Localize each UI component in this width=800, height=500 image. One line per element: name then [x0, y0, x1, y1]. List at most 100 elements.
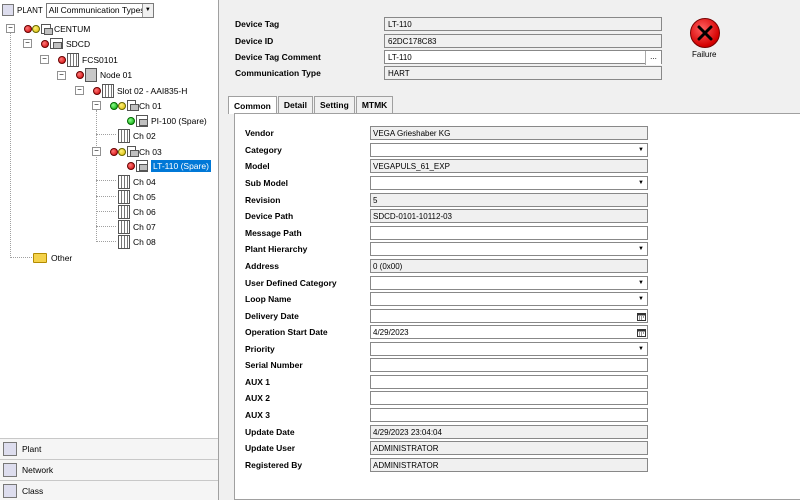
collapse-toggle[interactable]: −: [6, 24, 15, 33]
message-path-input[interactable]: [370, 226, 648, 240]
chevron-down-icon[interactable]: ▼: [635, 343, 647, 355]
class-icon: [3, 484, 17, 498]
collapse-toggle[interactable]: −: [40, 55, 49, 64]
calendar-icon[interactable]: [635, 326, 647, 338]
tree-node-label: Ch 06: [133, 206, 156, 217]
channel-icon: [118, 128, 130, 143]
chevron-down-icon[interactable]: ▼: [635, 177, 647, 189]
aux3-row: AUX 3: [245, 408, 270, 422]
chevron-down-icon[interactable]: ▼: [141, 3, 153, 17]
message-path-row: Message Path: [245, 226, 302, 240]
aux3-input[interactable]: [370, 408, 648, 422]
collapse-toggle[interactable]: −: [92, 147, 101, 156]
priority-row: Priority: [245, 342, 275, 356]
tree-node-label: Ch 07: [133, 221, 156, 232]
model-label: Model: [245, 161, 270, 171]
tree-node-label: SDCD: [66, 38, 91, 49]
tree-node-pi100[interactable]: PI-100 (Spare): [127, 113, 207, 128]
model-row: Model: [245, 159, 270, 173]
status-red-icon: [41, 39, 49, 48]
tree-node-ch07[interactable]: Ch 07: [117, 219, 156, 234]
revision-row: Revision: [245, 193, 280, 207]
sub-model-label: Sub Model: [245, 178, 288, 188]
plant-hierarchy-select[interactable]: ▼: [370, 242, 648, 256]
delivery-date-label: Delivery Date: [245, 311, 299, 321]
collapse-toggle[interactable]: −: [23, 39, 32, 48]
tree-node-other[interactable]: Other: [33, 250, 72, 265]
tree-node-fcs0101[interactable]: FCS0101: [58, 52, 118, 67]
aux1-row: AUX 1: [245, 375, 270, 389]
delivery-date-row: Delivery Date: [245, 309, 299, 323]
nav-network[interactable]: Network: [0, 459, 218, 480]
nav-class[interactable]: Class: [0, 480, 218, 500]
tree-node-ch05[interactable]: Ch 05: [117, 189, 156, 204]
category-label: Category: [245, 145, 282, 155]
tree-node-label: LT-110 (Spare): [151, 159, 211, 172]
chevron-down-icon[interactable]: ▼: [635, 293, 647, 305]
nav-label: Network: [22, 465, 54, 475]
status-yellow-icon: [118, 101, 126, 110]
plant-tree-pane: PLANT All Communication Types ▼ − CENTUM…: [0, 0, 219, 500]
calendar-icon[interactable]: [635, 310, 647, 322]
collapse-toggle[interactable]: −: [75, 86, 84, 95]
browse-button[interactable]: ...: [645, 51, 661, 65]
device-id-field: 62DC178C83: [384, 34, 662, 48]
tab-common[interactable]: Common: [228, 96, 277, 114]
device-tag-comment-field[interactable]: LT-110 ...: [384, 50, 662, 65]
property-tabs: Common Detail Setting MTMK: [228, 96, 394, 114]
tree-node-lt110[interactable]: LT-110 (Spare): [127, 158, 211, 173]
sub-model-select[interactable]: ▼: [370, 176, 648, 190]
aux1-input[interactable]: [370, 375, 648, 389]
filter-selected-value: All Communication Types: [48, 5, 145, 15]
communication-type-row: Communication Type HART: [235, 66, 662, 80]
tree-node-node01[interactable]: Node 01: [76, 67, 132, 82]
channel-icon: [118, 204, 130, 219]
field-device-icon: [136, 159, 148, 172]
tab-detail[interactable]: Detail: [277, 96, 313, 113]
channel-icon: [118, 219, 130, 234]
tree-node-ch04[interactable]: Ch 04: [117, 174, 156, 189]
operation-start-date-input[interactable]: 4/29/2023: [370, 325, 648, 339]
aux2-input[interactable]: [370, 391, 648, 405]
nav-label: Plant: [22, 444, 42, 454]
tree-node-centum[interactable]: CENTUM: [24, 21, 90, 36]
tree-node-sdcd[interactable]: SDCD: [41, 36, 90, 51]
tree-node-ch08[interactable]: Ch 08: [117, 234, 156, 249]
category-select[interactable]: ▼: [370, 143, 648, 157]
loop-name-label: Loop Name: [245, 294, 292, 304]
tree-node-label: Ch 03: [139, 146, 162, 157]
tree-node-label: CENTUM: [54, 23, 91, 34]
device-tag-comment-row: Device Tag Comment LT-110 ...: [235, 50, 662, 65]
nav-plant[interactable]: Plant: [0, 438, 218, 459]
tree-node-label: Ch 01: [139, 100, 162, 111]
folder-icon: [33, 252, 47, 263]
device-path-field: SDCD-0101-10112-03: [370, 209, 648, 223]
tab-setting[interactable]: Setting: [314, 96, 355, 113]
loop-name-select[interactable]: ▼: [370, 292, 648, 306]
chevron-down-icon[interactable]: ▼: [635, 277, 647, 289]
tree-node-ch02[interactable]: Ch 02: [117, 128, 156, 143]
serial-number-input[interactable]: [370, 358, 648, 372]
tree-node-ch01[interactable]: Ch 01: [110, 98, 162, 113]
status-yellow-icon: [32, 24, 40, 33]
vendor-label: Vendor: [245, 128, 274, 138]
collapse-toggle[interactable]: −: [57, 71, 66, 80]
tree-node-slot02[interactable]: Slot 02 - AAI835-H: [93, 83, 187, 98]
tree-node-ch06[interactable]: Ch 06: [117, 204, 156, 219]
model-field: VEGAPULS_61_EXP: [370, 159, 648, 173]
tree-node-ch03[interactable]: Ch 03: [110, 144, 162, 159]
collapse-toggle[interactable]: −: [92, 101, 101, 110]
delivery-date-input[interactable]: [370, 309, 648, 323]
user-defined-category-select[interactable]: ▼: [370, 276, 648, 290]
sub-model-row: Sub Model: [245, 176, 288, 190]
chevron-down-icon[interactable]: ▼: [635, 144, 647, 156]
channel-icon: [127, 146, 139, 157]
priority-select[interactable]: ▼: [370, 342, 648, 356]
communication-type-filter[interactable]: All Communication Types ▼: [45, 2, 154, 18]
device-tree: − CENTUM − SDCD − FCS0101 − Node 01 − Sl…: [0, 20, 218, 438]
aux2-row: AUX 2: [245, 391, 270, 405]
chevron-down-icon[interactable]: ▼: [635, 243, 647, 255]
tree-node-label: Slot 02 - AAI835-H: [117, 85, 188, 96]
tab-mtmk[interactable]: MTMK: [355, 96, 394, 113]
communication-type-label: Communication Type: [235, 68, 321, 78]
